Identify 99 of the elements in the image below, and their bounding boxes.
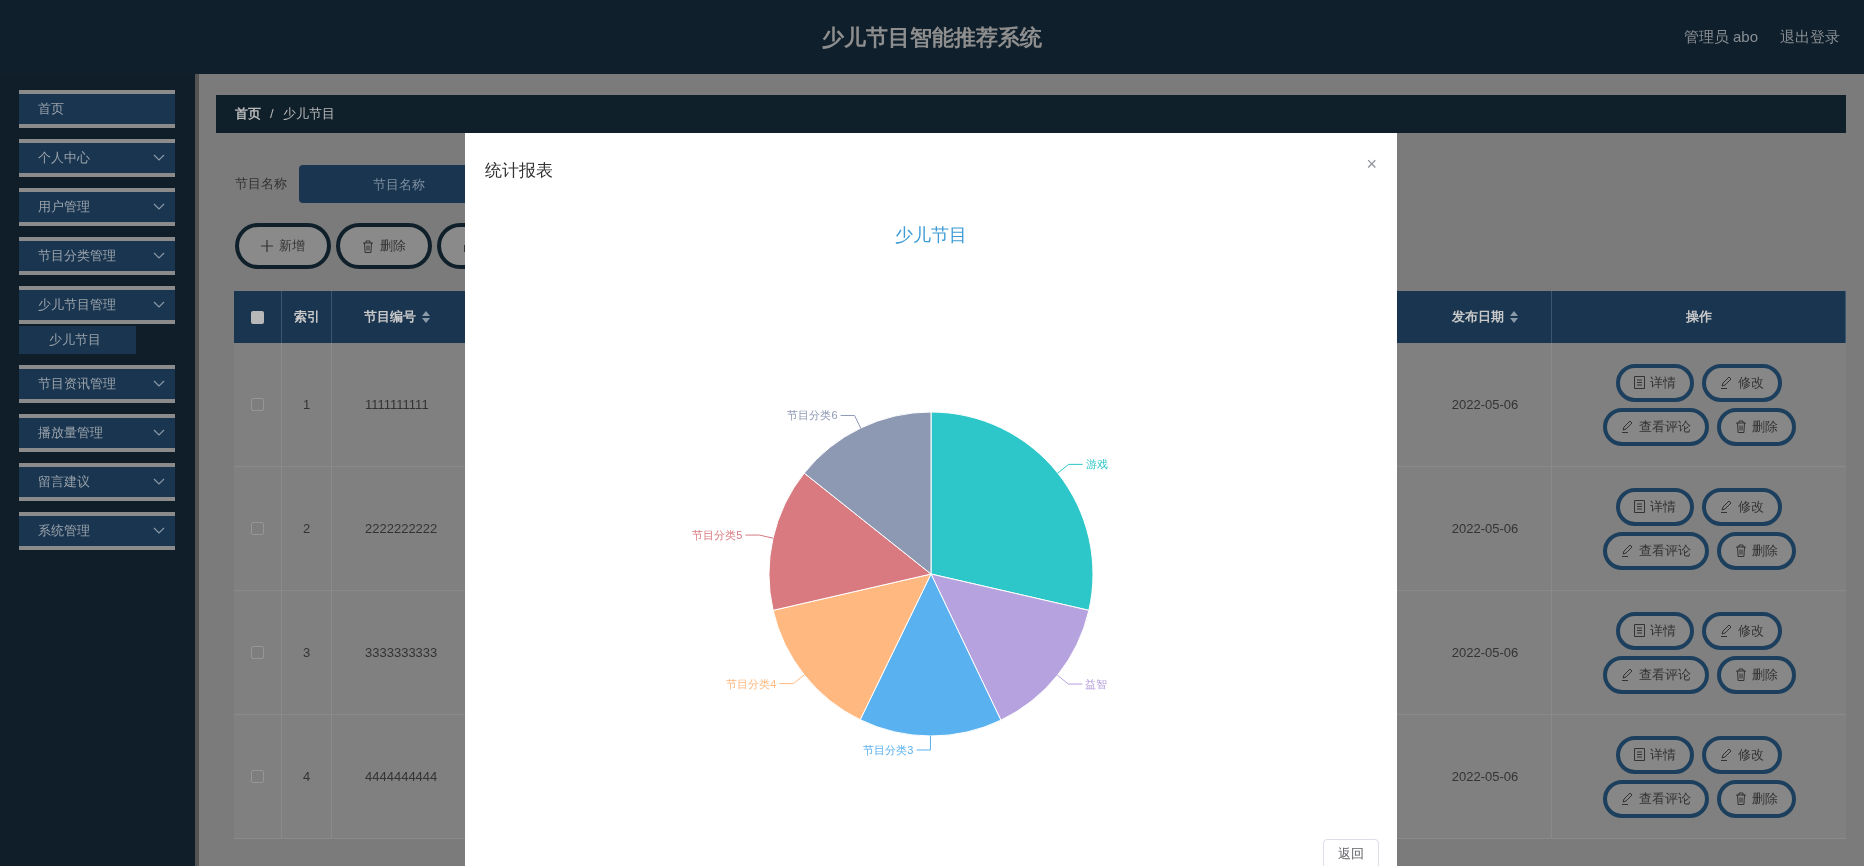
action-button[interactable]: 查看评论 xyxy=(1602,655,1709,694)
chevron-down-icon xyxy=(153,301,165,309)
chevron-down-icon xyxy=(153,527,165,535)
breadcrumb-current: 少儿节目 xyxy=(282,105,335,124)
checkbox[interactable] xyxy=(251,310,264,324)
field-label: 节目名称 xyxy=(235,175,287,194)
table-cell-text: 1111111111 xyxy=(365,395,429,414)
logout-link[interactable]: 退出登录 xyxy=(1780,25,1840,49)
row-checkbox[interactable] xyxy=(251,398,264,411)
sort-icon[interactable] xyxy=(422,311,430,323)
action-button[interactable]: 删除 xyxy=(1716,407,1796,446)
action-button[interactable]: 查看评论 xyxy=(1602,531,1709,570)
row-checkbox[interactable] xyxy=(251,646,264,659)
sidebar-item[interactable]: 系统管理 xyxy=(19,512,175,550)
chevron-down-icon xyxy=(153,478,165,486)
pencil-icon xyxy=(1720,624,1733,637)
plus-icon xyxy=(261,240,273,252)
table-cell-text: 2022-05-06 xyxy=(1451,767,1519,786)
slice-label: 节目分类5 xyxy=(692,528,743,541)
table-cell-text: 2022-05-06 xyxy=(1451,519,1519,538)
sidebar-item[interactable]: 节目分类管理 xyxy=(19,237,175,275)
action-button[interactable]: 修改 xyxy=(1702,487,1782,526)
back-button[interactable]: 返回 xyxy=(1323,838,1379,866)
sidebar-item[interactable]: 个人中心 xyxy=(19,139,175,177)
leader-line xyxy=(915,735,931,750)
sidebar-item[interactable]: 播放量管理 xyxy=(19,414,175,452)
leader-line xyxy=(1057,463,1084,474)
slice-label: 益智 xyxy=(1085,677,1108,690)
action-button[interactable]: 删除 xyxy=(1716,531,1796,570)
slice-label: 节目分类3 xyxy=(863,743,914,756)
sidebar-item[interactable]: 用户管理 xyxy=(19,188,175,226)
action-button[interactable]: 删除 xyxy=(1716,779,1796,818)
action-button[interactable]: 查看评论 xyxy=(1602,779,1709,818)
leader-line xyxy=(1056,674,1083,685)
pencil-icon xyxy=(1720,376,1733,389)
chevron-down-icon xyxy=(153,429,165,437)
document-icon xyxy=(1634,376,1645,389)
action-button[interactable]: 修改 xyxy=(1702,735,1782,774)
document-icon xyxy=(1634,624,1645,637)
sidebar-item[interactable]: 留言建议 xyxy=(19,463,175,501)
close-button[interactable]: × xyxy=(1366,154,1377,173)
action-button[interactable]: 修改 xyxy=(1702,611,1782,650)
chevron-down-icon xyxy=(153,154,165,162)
table-cell-text: 2022-05-06 xyxy=(1451,643,1519,662)
table-cell-text: 3333333333 xyxy=(365,643,438,662)
breadcrumb-separator: / xyxy=(270,105,274,124)
trash-icon xyxy=(1734,668,1747,681)
pencil-icon xyxy=(1620,668,1634,681)
table-cell-text: 1 xyxy=(302,395,311,414)
sidebar-item[interactable]: 首页 xyxy=(19,90,175,128)
pencil-icon xyxy=(1620,544,1634,557)
sort-icon[interactable] xyxy=(1510,311,1518,323)
chevron-down-icon xyxy=(153,252,165,260)
sidebar-item[interactable]: 少儿节目管理 xyxy=(19,286,175,324)
chevron-down-icon xyxy=(153,203,165,211)
trash-icon xyxy=(1734,420,1747,433)
column-header: 索引 xyxy=(293,308,320,327)
trash-icon xyxy=(1734,544,1747,557)
action-button[interactable]: 查看评论 xyxy=(1602,407,1709,446)
action-button[interactable]: 删除 xyxy=(1716,655,1796,694)
trash-icon xyxy=(362,239,374,253)
sidebar-subitem[interactable]: 少儿节目 xyxy=(19,326,136,354)
sidebar-item[interactable]: 节目资讯管理 xyxy=(19,365,175,403)
table-cell-text: 2222222222 xyxy=(365,519,438,538)
column-header: 操作 xyxy=(1685,308,1712,327)
pencil-icon xyxy=(1720,500,1733,513)
row-checkbox[interactable] xyxy=(251,770,264,783)
action-button[interactable]: 修改 xyxy=(1702,363,1782,402)
action-button[interactable]: 详情 xyxy=(1616,363,1694,402)
leader-line xyxy=(840,414,862,429)
pencil-icon xyxy=(1620,792,1634,805)
document-icon xyxy=(1634,500,1645,513)
action-button[interactable]: 详情 xyxy=(1616,611,1694,650)
breadcrumb-link[interactable]: 首页 xyxy=(235,104,261,124)
plus-button[interactable]: 新增 xyxy=(235,223,331,269)
column-header[interactable]: 发布日期 xyxy=(1452,307,1504,327)
app-title: 少儿节目智能推荐系统 xyxy=(822,23,1042,52)
user-label: 管理员 abo xyxy=(1683,26,1758,47)
slice-label: 节目分类4 xyxy=(726,677,777,690)
table-cell-text: 2 xyxy=(302,519,311,538)
trash-button[interactable]: 删除 xyxy=(336,223,432,269)
table-cell-text: 4 xyxy=(302,767,311,786)
row-checkbox[interactable] xyxy=(251,522,264,535)
table-cell-text: 2022-05-06 xyxy=(1451,395,1519,414)
chart-title: 少儿节目 xyxy=(895,223,967,247)
action-button[interactable]: 详情 xyxy=(1616,735,1694,774)
document-icon xyxy=(1634,748,1645,761)
pencil-icon xyxy=(1720,748,1733,761)
table-cell-text: 4444444444 xyxy=(365,767,438,786)
slice-label: 游戏 xyxy=(1085,457,1108,470)
leader-line xyxy=(778,673,805,684)
action-button[interactable]: 详情 xyxy=(1616,487,1694,526)
trash-icon xyxy=(1734,792,1747,805)
chevron-down-icon xyxy=(153,380,165,388)
slice-label: 节目分类6 xyxy=(787,408,838,421)
table-cell-text: 3 xyxy=(302,643,311,662)
column-header[interactable]: 节目编号 xyxy=(364,307,416,327)
leader-line xyxy=(744,534,774,539)
pencil-icon xyxy=(1620,420,1634,433)
